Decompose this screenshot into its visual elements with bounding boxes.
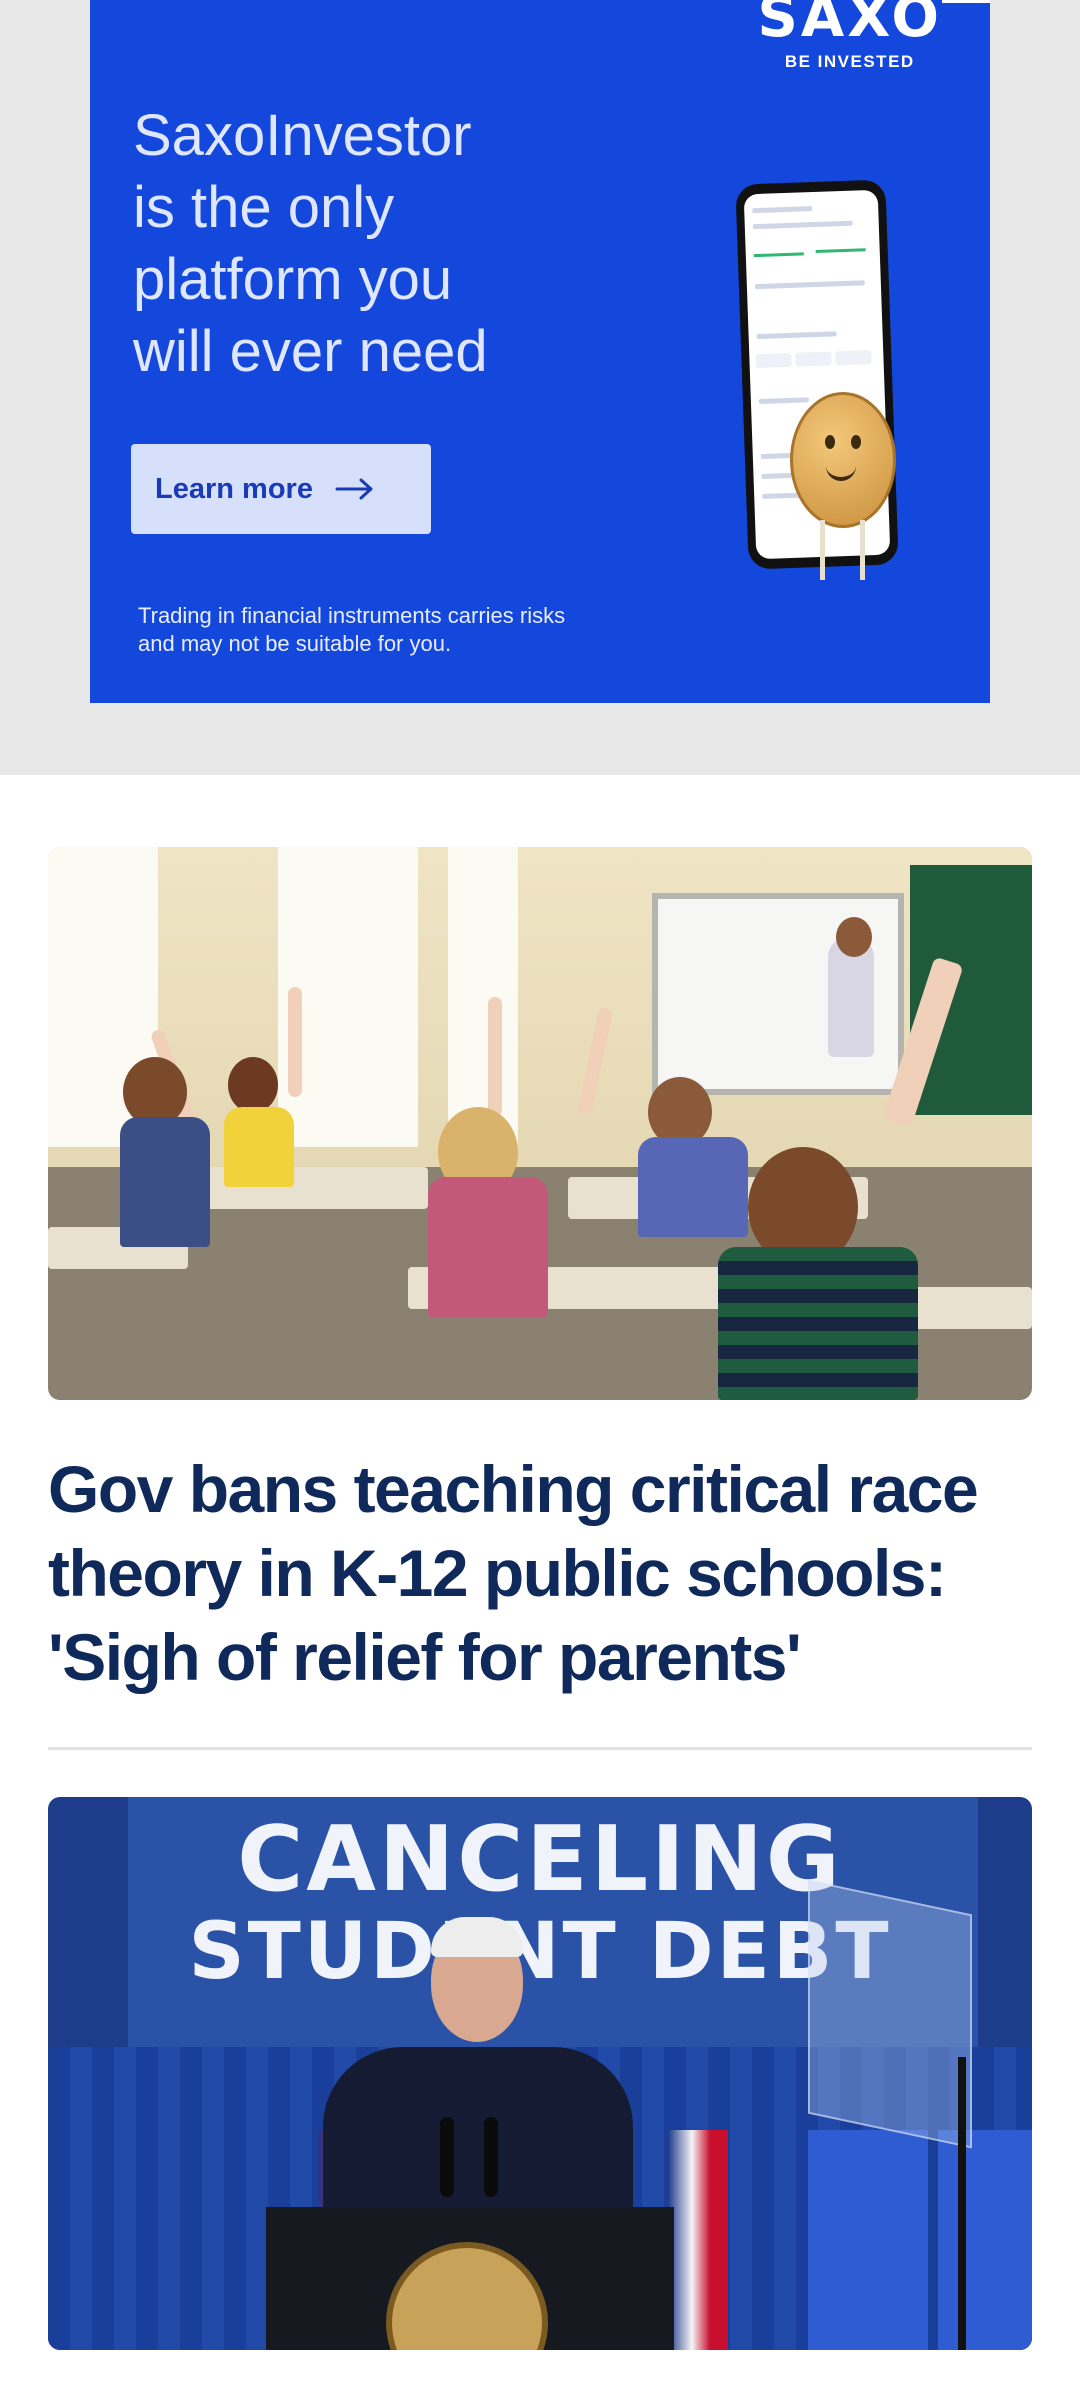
saxo-logo: SAXO BE INVESTED [758,0,942,72]
logo-accent-bar [942,0,990,3]
article-image-student-debt[interactable]: CANCELING STUDENT DEBT [48,1797,1032,2350]
saxo-brand-text: SAXO [757,0,942,50]
saxo-tagline: BE INVESTED [784,52,915,71]
ad-headline-line: will ever need [133,319,488,384]
learn-more-label: Learn more [155,472,313,505]
ad-headline-line: SaxoInvestor [133,103,472,168]
ad-disclaimer-line: and may not be suitable for you. [138,631,452,656]
ad-headline: SaxoInvestor is the only platform you wi… [133,100,603,388]
article-title[interactable]: Gov bans teaching critical race theory i… [48,1447,1038,1699]
learn-more-button[interactable]: Learn more [131,444,431,534]
ad-container: SAXO BE INVESTED SaxoInvestor is the onl… [0,0,1080,775]
saxo-advertisement[interactable]: SAXO BE INVESTED SaxoInvestor is the onl… [90,0,990,703]
ad-headline-line: platform you [133,247,453,312]
article-title-line: theory in K-12 public schools: [48,1536,947,1610]
article-title-line: Gov bans teaching critical race [48,1452,979,1526]
coin-mascot-illustration [790,392,896,528]
ad-disclaimer-line: Trading in financial instruments carries… [138,603,566,628]
article-title-line: 'Sigh of relief for parents' [48,1620,802,1694]
arrow-right-icon [335,478,373,500]
article-divider [48,1747,1032,1750]
article-image-classroom[interactable] [48,847,1032,1400]
ad-headline-line: is the only [133,175,395,240]
ad-disclaimer: Trading in financial instruments carries… [138,602,698,658]
